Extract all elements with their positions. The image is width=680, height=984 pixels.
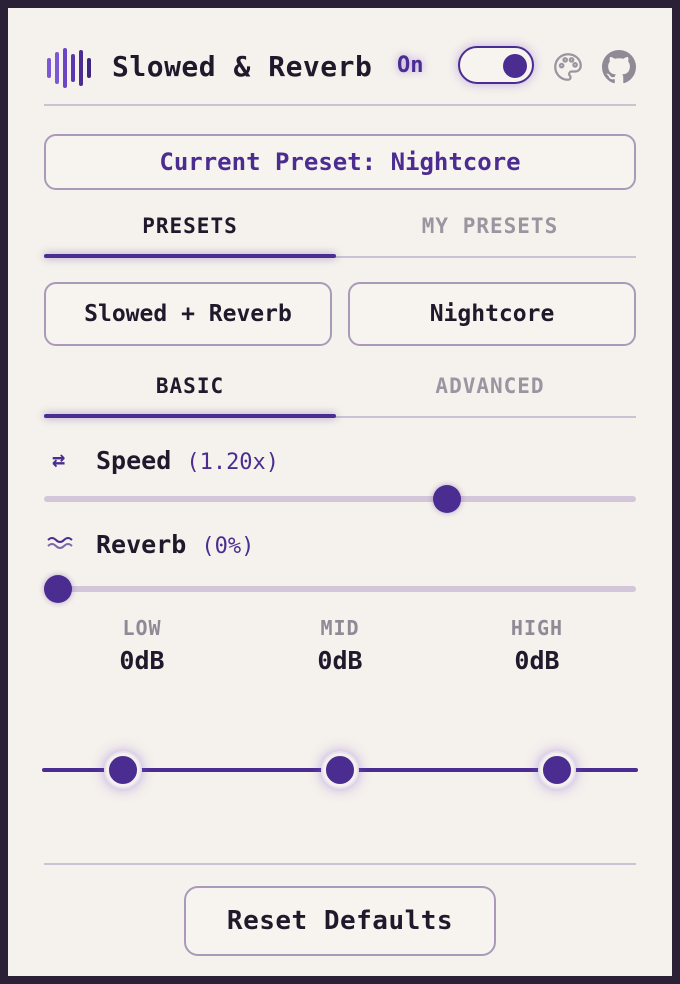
speed-label: Speed [96,446,172,475]
eq-band-value: 0dB [514,646,560,675]
tab-presets[interactable]: PRESETS [44,208,336,244]
enable-toggle[interactable] [458,46,534,84]
speed-slider-thumb[interactable] [433,485,462,513]
reverb-value: (0%) [201,534,255,559]
wave-icon [46,532,78,558]
waveform-icon [46,48,98,88]
palette-icon[interactable] [551,50,585,84]
preset-tab-indicator [44,254,336,258]
speed-slider-track[interactable] [44,496,636,502]
eq-high-handle[interactable] [540,753,574,787]
tab-advanced[interactable]: ADVANCED [344,368,636,404]
footer-divider [44,863,636,865]
tab-basic[interactable]: BASIC [44,368,336,404]
reverb-slider-thumb[interactable] [44,575,72,603]
eq-band-low: LOW 0dB [82,616,202,675]
eq-band-name: HIGH [510,616,564,640]
github-icon[interactable] [602,50,636,84]
speed-label-row: Speed (1.20x) [96,446,279,475]
toggle-knob [503,54,527,78]
eq-band-name: LOW [122,616,162,640]
eq-band-name: MID [320,616,360,640]
swap-arrows-icon: ⇄ [52,448,66,473]
reverb-label-row: Reverb (0%) [96,530,254,559]
eq-mid-handle[interactable] [323,753,357,787]
speed-value: (1.20x) [186,450,280,475]
eq-band-value: 0dB [119,646,165,675]
preset-nightcore-button[interactable]: Nightcore [348,282,636,346]
extension-popup: Slowed & Reverb On Current Preset: Night… [8,8,672,976]
current-preset-display: Current Preset: Nightcore [44,134,636,190]
eq-low-handle[interactable] [106,753,140,787]
tab-my-presets[interactable]: MY PRESETS [344,208,636,244]
preset-slowed-reverb-button[interactable]: Slowed + Reverb [44,282,332,346]
eq-band-high: HIGH 0dB [477,616,597,675]
status-label: On [397,53,424,78]
reset-defaults-button[interactable]: Reset Defaults [184,886,496,956]
header-divider [44,104,636,106]
reverb-label: Reverb [96,530,187,559]
app-title: Slowed & Reverb [112,50,373,83]
mode-tab-indicator [44,414,336,418]
eq-band-mid: MID 0dB [280,616,400,675]
eq-band-value: 0dB [317,646,363,675]
reverb-slider-track[interactable] [44,586,636,592]
